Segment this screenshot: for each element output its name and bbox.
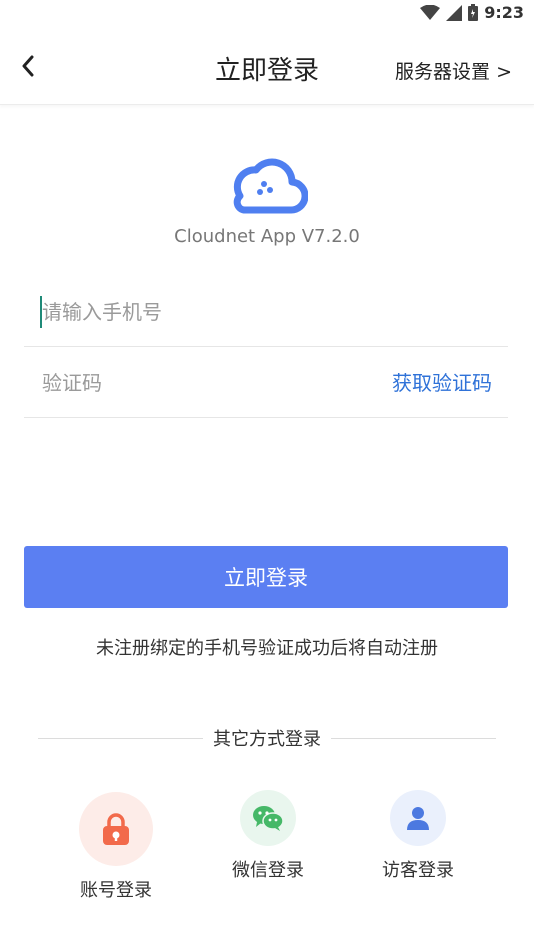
status-time: 9:23 xyxy=(484,3,524,22)
lock-icon xyxy=(103,813,129,845)
account-login-option[interactable]: 账号登录 xyxy=(74,792,158,902)
header-bar: 立即登录 服务器设置 > xyxy=(0,28,534,105)
other-methods-divider: 其它方式登录 xyxy=(38,726,496,750)
verification-code-input[interactable] xyxy=(40,365,344,401)
guest-login-option[interactable]: 访客登录 xyxy=(376,790,460,882)
status-bar: 9:23 xyxy=(0,0,534,28)
phone-field xyxy=(24,276,508,347)
get-code-button[interactable]: 获取验证码 xyxy=(392,367,492,396)
user-icon xyxy=(407,807,429,830)
signal-icon xyxy=(446,4,463,21)
divider-line-right xyxy=(331,737,496,739)
server-settings-button[interactable]: 服务器设置 > xyxy=(395,57,512,84)
wechat-login-option[interactable]: 微信登录 xyxy=(226,790,310,882)
status-icons: 9:23 xyxy=(420,3,524,22)
verification-code-field: 获取验证码 xyxy=(24,347,508,418)
account-login-icon-bg xyxy=(79,792,153,866)
phone-input[interactable] xyxy=(40,294,344,330)
guest-login-icon-bg xyxy=(390,790,446,846)
auto-register-notice: 未注册绑定的手机号验证成功后将自动注册 xyxy=(96,638,438,659)
battery-icon xyxy=(468,4,479,21)
wechat-icon xyxy=(253,806,284,831)
server-settings-label: 服务器设置 > xyxy=(395,61,512,83)
wechat-login-icon-bg xyxy=(240,790,296,846)
divider-line-left xyxy=(38,737,203,739)
wifi-icon xyxy=(420,4,441,20)
wechat-login-label: 微信登录 xyxy=(232,860,304,881)
login-button[interactable]: 立即登录 xyxy=(24,546,508,608)
cloud-logo-icon xyxy=(233,158,308,214)
app-version-label: Cloudnet App V7.2.0 xyxy=(174,226,360,247)
other-methods-heading: 其它方式登录 xyxy=(213,729,321,750)
guest-login-label: 访客登录 xyxy=(382,860,454,881)
account-login-label: 账号登录 xyxy=(80,880,152,901)
